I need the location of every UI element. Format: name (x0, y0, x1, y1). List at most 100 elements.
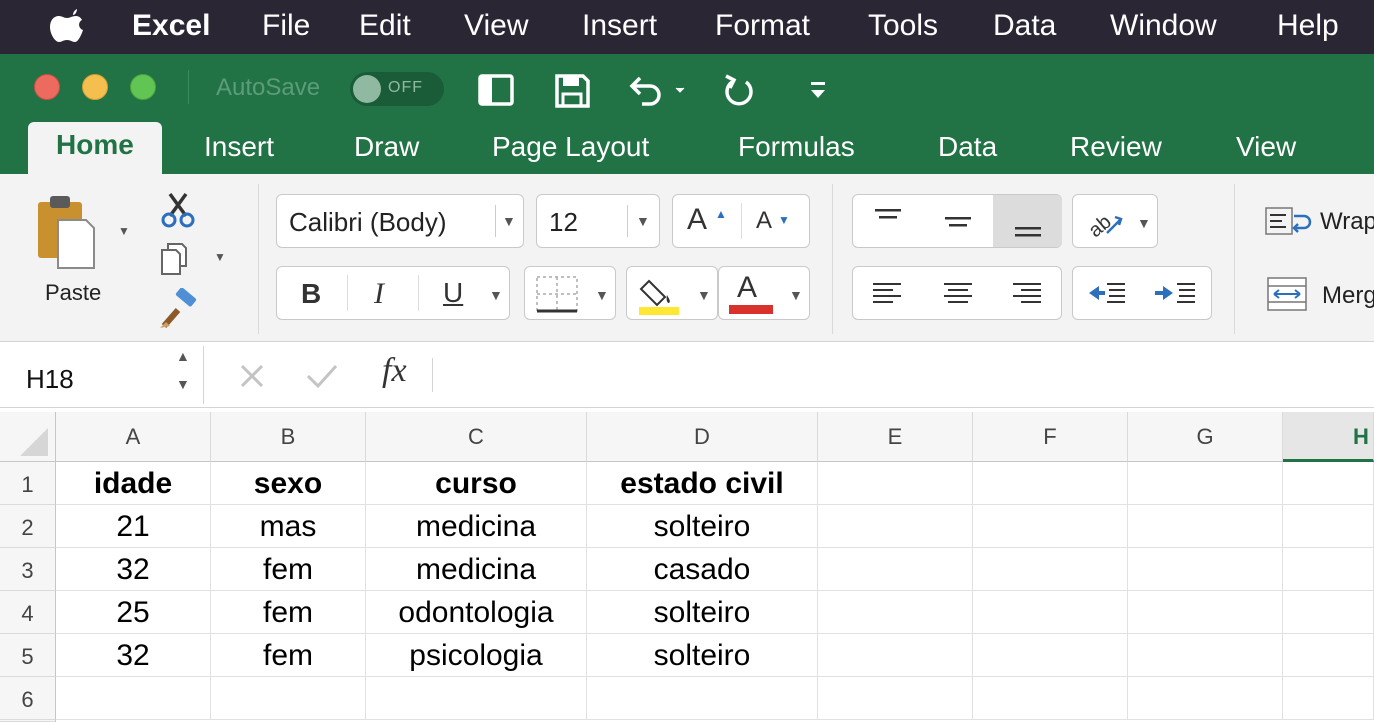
align-top-icon[interactable] (853, 195, 923, 247)
select-all-button[interactable] (0, 412, 56, 462)
orientation-caret[interactable]: ▼ (1137, 215, 1151, 231)
copy-dropdown-caret[interactable]: ▼ (214, 250, 226, 264)
cell-b5[interactable]: fem (211, 634, 366, 677)
align-right-icon[interactable] (993, 267, 1063, 319)
cell-e5[interactable] (818, 634, 973, 677)
undo-icon[interactable] (624, 68, 688, 112)
confirm-entry-icon[interactable] (304, 360, 340, 392)
cell-g6[interactable] (1128, 677, 1283, 720)
autosave-toggle[interactable]: OFF (350, 72, 444, 106)
cell-a3[interactable]: 32 (56, 548, 211, 591)
cell-g4[interactable] (1128, 591, 1283, 634)
row-header-5[interactable]: 5 (0, 634, 56, 677)
format-painter-icon[interactable] (156, 288, 200, 332)
grow-font-button[interactable]: A ▲ (673, 195, 741, 247)
cell-f1[interactable] (973, 462, 1128, 505)
zoom-window-button[interactable] (130, 74, 156, 100)
font-size-combo[interactable]: 12 ▼ (536, 194, 660, 248)
insert-function-button[interactable]: fx (382, 352, 407, 390)
cell-c4[interactable]: odontologia (366, 591, 587, 634)
paste-icon[interactable] (32, 190, 98, 272)
align-left-icon[interactable] (853, 267, 923, 319)
cell-f2[interactable] (973, 505, 1128, 548)
minimize-window-button[interactable] (82, 74, 108, 100)
align-center-icon[interactable] (923, 267, 993, 319)
italic-button[interactable]: I (348, 267, 418, 319)
cell-h1[interactable] (1283, 462, 1374, 505)
menu-file[interactable]: File (262, 0, 310, 54)
close-window-button[interactable] (34, 74, 60, 100)
row-header-1[interactable]: 1 (0, 462, 56, 505)
bold-button[interactable]: B (277, 267, 347, 319)
cell-f3[interactable] (973, 548, 1128, 591)
customize-toolbar-icon[interactable] (798, 68, 838, 112)
orientation-button[interactable]: ab ▼ (1072, 194, 1158, 248)
cancel-entry-icon[interactable] (236, 360, 268, 392)
cell-b2[interactable]: mas (211, 505, 366, 548)
copy-icon[interactable] (158, 238, 198, 278)
tab-page-layout[interactable]: Page Layout (492, 124, 649, 174)
cell-b6[interactable] (211, 677, 366, 720)
name-box-up-arrow[interactable]: ▲ (176, 348, 190, 364)
tab-draw[interactable]: Draw (354, 124, 419, 174)
tab-home[interactable]: Home (28, 122, 162, 174)
font-name-combo[interactable]: Calibri (Body) ▼ (276, 194, 524, 248)
row-header-3[interactable]: 3 (0, 548, 56, 591)
tab-insert[interactable]: Insert (204, 124, 274, 174)
cell-e6[interactable] (818, 677, 973, 720)
cell-f6[interactable] (973, 677, 1128, 720)
cell-g2[interactable] (1128, 505, 1283, 548)
cell-a4[interactable]: 25 (56, 591, 211, 634)
underline-caret[interactable]: ▼ (489, 287, 503, 303)
menu-help[interactable]: Help (1277, 0, 1339, 54)
align-bottom-button[interactable] (993, 195, 1062, 247)
cell-c1[interactable]: curso (366, 462, 587, 505)
cell-h3[interactable] (1283, 548, 1374, 591)
merge-center-button[interactable]: Merg (1264, 274, 1374, 314)
font-name-caret[interactable]: ▼ (502, 213, 516, 229)
cell-d6[interactable] (587, 677, 818, 720)
cell-d1[interactable]: estado civil (587, 462, 818, 505)
cell-d4[interactable]: solteiro (587, 591, 818, 634)
cell-h4[interactable] (1283, 591, 1374, 634)
menu-app-excel[interactable]: Excel (132, 0, 210, 54)
cell-b1[interactable]: sexo (211, 462, 366, 505)
align-middle-icon[interactable] (923, 195, 993, 247)
cell-e1[interactable] (818, 462, 973, 505)
row-header-4[interactable]: 4 (0, 591, 56, 634)
cell-c5[interactable]: psicologia (366, 634, 587, 677)
menu-data[interactable]: Data (993, 0, 1056, 54)
menu-tools[interactable]: Tools (868, 0, 938, 54)
borders-caret[interactable]: ▼ (595, 287, 609, 303)
cell-b4[interactable]: fem (211, 591, 366, 634)
name-box[interactable]: H18 ▲ ▼ (0, 346, 204, 404)
cell-a2[interactable]: 21 (56, 505, 211, 548)
cell-e4[interactable] (818, 591, 973, 634)
menu-window[interactable]: Window (1110, 0, 1217, 54)
tab-view[interactable]: View (1236, 124, 1296, 174)
apple-icon[interactable] (50, 9, 84, 45)
cut-icon[interactable] (158, 190, 198, 230)
underline-button[interactable]: U (419, 267, 489, 319)
paste-dropdown-caret[interactable]: ▼ (118, 224, 130, 238)
cell-b3[interactable]: fem (211, 548, 366, 591)
menu-insert[interactable]: Insert (582, 0, 657, 54)
column-header-c[interactable]: C (366, 412, 587, 462)
cell-f5[interactable] (973, 634, 1128, 677)
row-header-2[interactable]: 2 (0, 505, 56, 548)
cell-d5[interactable]: solteiro (587, 634, 818, 677)
cell-g5[interactable] (1128, 634, 1283, 677)
tab-review[interactable]: Review (1070, 124, 1162, 174)
name-box-down-arrow[interactable]: ▼ (176, 376, 190, 392)
sidebar-toggle-icon[interactable] (476, 68, 516, 112)
column-header-h[interactable]: H (1283, 412, 1374, 462)
tab-formulas[interactable]: Formulas (738, 124, 855, 174)
fill-color-caret[interactable]: ▼ (697, 287, 711, 303)
cell-c2[interactable]: medicina (366, 505, 587, 548)
row-header-6[interactable]: 6 (0, 677, 56, 720)
borders-button[interactable]: ▼ (524, 266, 616, 320)
save-icon[interactable] (552, 68, 592, 112)
formula-input[interactable] (446, 346, 1366, 404)
column-header-g[interactable]: G (1128, 412, 1283, 462)
column-header-f[interactable]: F (973, 412, 1128, 462)
